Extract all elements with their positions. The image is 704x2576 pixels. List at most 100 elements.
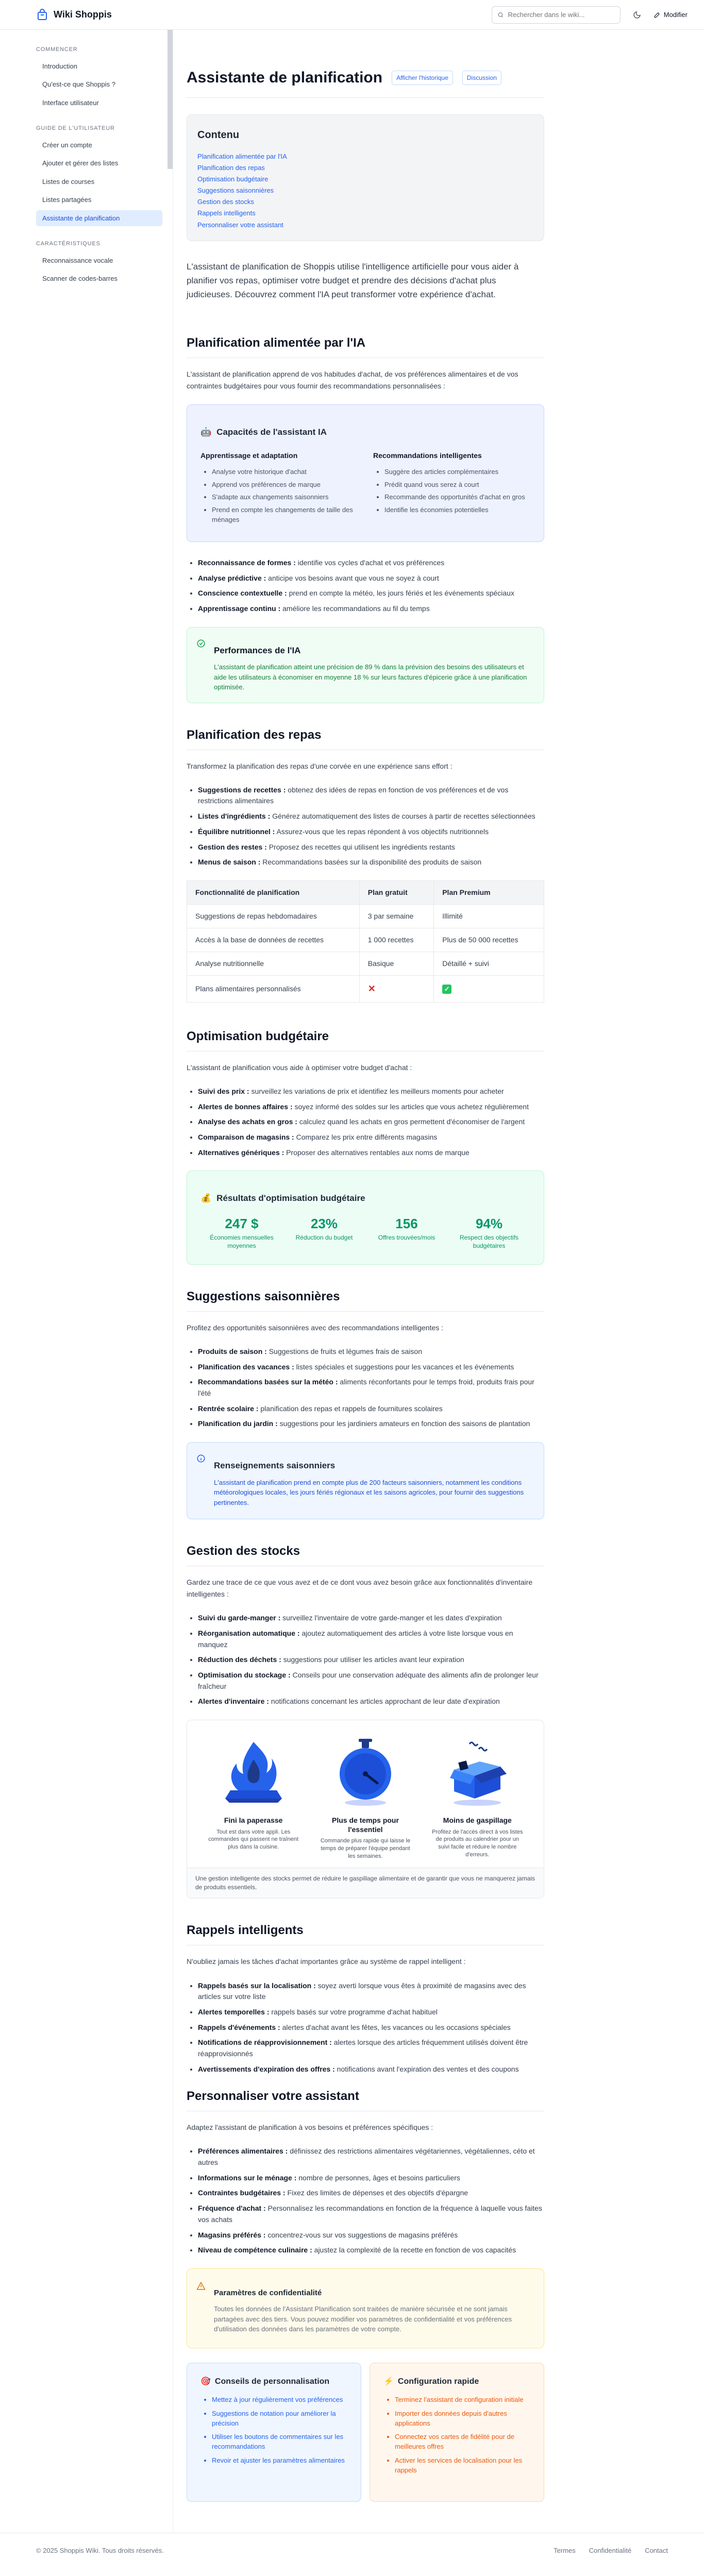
table-header: Plan gratuit (359, 880, 434, 905)
reminder-feature-list: Rappels basés sur la localisation : soye… (187, 1980, 544, 2075)
list-item: Fréquence d'achat : Personnalisez les re… (198, 2203, 544, 2225)
sidebar: COMMENCER Introduction Qu'est-ce que Sho… (0, 30, 173, 2533)
list-item: Suivi du garde-manger : surveillez l'inv… (198, 1613, 544, 1624)
sidebar-item-introduction[interactable]: Introduction (36, 58, 162, 75)
sidebar-item-voice-recognition[interactable]: Reconnaissance vocale (36, 252, 162, 269)
illustration-text: Tout est dans votre appli. Les commandes… (208, 1828, 299, 1851)
sidebar-item-shared-lists[interactable]: Listes partagées (36, 192, 162, 208)
search-box[interactable] (491, 6, 621, 24)
toc-link[interactable]: Gestion des stocks (197, 196, 533, 208)
ai-feature-list: Reconnaissance de formes : identifie vos… (187, 557, 544, 615)
section-paragraph: N'oubliez jamais les tâches d'achat impo… (187, 1957, 466, 1966)
sidebar-item-create-account[interactable]: Créer un compte (36, 137, 162, 154)
search-input[interactable] (508, 11, 615, 19)
section-paragraph: Profitez des opportunités saisonnières a… (187, 1323, 444, 1332)
section-seasonal: Suggestions saisonnières Profitez des op… (187, 1287, 544, 1520)
checkmark-icon: ✓ (442, 984, 452, 994)
list-item: Menus de saison : Recommandations basées… (198, 857, 544, 868)
sidebar-item-planning-assistant[interactable]: Assistante de planification (36, 210, 162, 226)
list-item: Analyse votre historique d'achat (212, 467, 358, 477)
plan-comparison-table: Fonctionnalité de planification Plan gra… (187, 880, 544, 1003)
list-item: Identifie les économies potentielles (384, 505, 530, 515)
inventory-illustrations: Fini la paperasse Tout est dans votre ap… (187, 1720, 544, 1899)
section-inventory: Gestion des stocks Gardez une trace de c… (187, 1542, 544, 1899)
section-title: Planification alimentée par l'IA (187, 334, 544, 358)
list-item: Prend en compte les changements de taill… (212, 505, 358, 525)
list-item: Produits de saison : Suggestions de frui… (198, 1346, 544, 1358)
table-row: Plans alimentaires personnalisés ✕ ✓ (187, 975, 544, 1003)
cross-icon: ✕ (367, 983, 376, 994)
toc-link[interactable]: Planification alimentée par l'IA (197, 151, 533, 162)
sidebar-section-features: CARACTÉRISTIQUES Reconnaissance vocale S… (36, 240, 162, 287)
illustration-title: Moins de gaspillage (443, 1816, 512, 1825)
section-meal-planning: Planification des repas Transformez la p… (187, 726, 544, 1003)
table-cell: Détaillé + suivi (433, 951, 544, 976)
footer-link-contact[interactable]: Contact (645, 2546, 668, 2556)
list-item: Suggestions de notation pour améliorer l… (212, 2409, 347, 2429)
table-cell: Basique (359, 951, 434, 976)
page-header: Assistante de planification Afficher l'h… (187, 66, 544, 98)
list-item: Rentrée scolaire : planification des rep… (198, 1403, 544, 1415)
column-heading: Apprentissage et adaptation (200, 451, 298, 460)
list-item: Importer des données depuis d'autres app… (395, 2409, 530, 2429)
stat-monthly-savings: 247 $ Économies mensuelles moyennes (210, 1215, 274, 1249)
quick-setup-card: ⚡ Configuration rapide Terminez l'assist… (370, 2362, 544, 2502)
list-item: Activer les services de localisation pou… (395, 2456, 530, 2476)
callout-title: Performances de l'IA (214, 645, 301, 655)
footer-link-terms[interactable]: Termes (554, 2546, 576, 2556)
list-item: Contraintes budgétaires : Fixez des limi… (198, 2188, 544, 2199)
illustration-waste: Moins de gaspillage Profitez de l'accès … (431, 1733, 524, 1860)
table-of-contents: Contenu Planification alimentée par l'IA… (187, 114, 544, 241)
table-cell: Analyse nutritionnelle (187, 951, 360, 976)
list-item: Prédit quand vous serez à court (384, 480, 530, 490)
theme-toggle-button[interactable] (630, 8, 644, 22)
sidebar-item-what-is-shoppis[interactable]: Qu'est-ce que Shoppis ? (36, 76, 162, 93)
toc-link[interactable]: Optimisation budgétaire (197, 174, 533, 185)
list-item: Notifications de réapprovisionnement : a… (198, 2037, 544, 2059)
table-cell: Plus de 50 000 recettes (433, 927, 544, 952)
list-item: Analyse prédictive : anticipe vos besoin… (198, 573, 544, 584)
logo[interactable]: Wiki Shoppis (36, 8, 112, 22)
sidebar-scrollbar[interactable] (167, 30, 173, 169)
illustration-time: Plus de temps pour l'essentiel Commande … (319, 1733, 412, 1860)
edit-button[interactable]: Modifier (653, 10, 688, 20)
callout-title: Renseignements saisonniers (214, 1461, 336, 1471)
toc-link[interactable]: Personnaliser votre assistant (197, 219, 533, 231)
illustration-paperwork: Fini la paperasse Tout est dans votre ap… (207, 1733, 300, 1860)
sidebar-section-commencer: COMMENCER Introduction Qu'est-ce que Sho… (36, 45, 162, 111)
burning-papers-illustration (225, 1742, 282, 1803)
list-item: Informations sur le ménage : nombre de p… (198, 2173, 544, 2184)
sidebar-item-barcode-scanner[interactable]: Scanner de codes-barres (36, 270, 162, 287)
table-cell: Accès à la base de données de recettes (187, 927, 360, 952)
moon-icon (633, 11, 641, 19)
list-item: Planification du jardin : suggestions po… (198, 1418, 544, 1430)
stopwatch-illustration (339, 1739, 391, 1806)
budget-results-box: 💰 Résultats d'optimisation budgétaire 24… (187, 1171, 544, 1265)
food-box-illustration (450, 1741, 507, 1806)
sidebar-item-shopping-lists[interactable]: Listes de courses (36, 174, 162, 190)
toc-link[interactable]: Rappels intelligents (197, 208, 533, 219)
section-title: Rappels intelligents (187, 1921, 544, 1946)
stat-deals-found: 156 Offres trouvées/mois (378, 1215, 435, 1241)
sidebar-item-user-interface[interactable]: Interface utilisateur (36, 95, 162, 111)
toc-link[interactable]: Planification des repas (197, 162, 533, 174)
footer-link-privacy[interactable]: Confidentialité (589, 2546, 631, 2556)
list-item: Suggère des articles complémentaires (384, 467, 530, 477)
view-history-button[interactable]: Afficher l'historique (392, 70, 453, 85)
section-paragraph: L'assistant de planification apprend de … (187, 370, 518, 391)
discussion-button[interactable]: Discussion (462, 70, 501, 85)
toc-link[interactable]: Suggestions saisonnières (197, 185, 533, 196)
ai-capabilities-box: 🤖 Capacités de l'assistant IA Apprentiss… (187, 404, 544, 542)
list-item: Apprend vos préférences de marque (212, 480, 358, 490)
sidebar-heading: CARACTÉRISTIQUES (36, 241, 100, 247)
sidebar-item-manage-lists[interactable]: Ajouter et gérer des listes (36, 155, 162, 172)
section-paragraph: Transformez la planification des repas d… (187, 761, 452, 770)
list-item: Magasins préférés : concentrez-vous sur … (198, 2230, 544, 2241)
list-item: S'adapte aux changements saisonniers (212, 493, 358, 502)
column-heading: Recommandations intelligentes (373, 451, 482, 460)
list-item: Connectez vos cartes de fidélité pour de… (395, 2432, 530, 2452)
section-budget: Optimisation budgétaire L'assistant de p… (187, 1027, 544, 1265)
illustration-text: Profitez de l'accès direct à vos listes … (432, 1828, 523, 1858)
list-item: Préférences alimentaires : définissez de… (198, 2146, 544, 2168)
warning-icon (196, 2281, 206, 2290)
